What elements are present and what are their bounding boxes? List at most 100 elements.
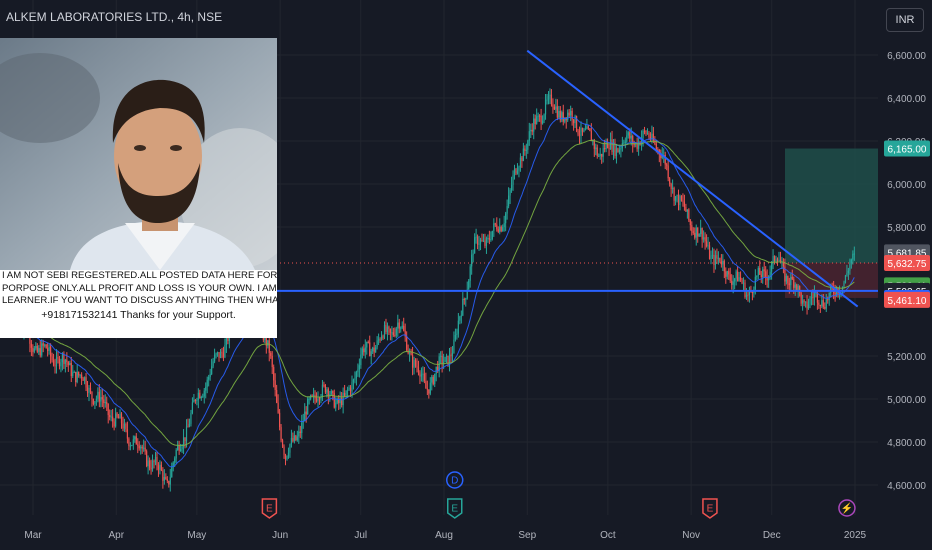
candle-body [49, 347, 52, 357]
x-tick-label: Aug [435, 530, 453, 541]
candle-body [413, 360, 415, 368]
candle-body [666, 164, 668, 166]
candle-body [672, 187, 674, 189]
candle-body [584, 129, 587, 131]
candle-body [494, 223, 496, 225]
candle-body [728, 271, 730, 275]
candle-body [373, 347, 375, 353]
candle-body [358, 365, 360, 370]
candle-body [490, 239, 492, 241]
candle-body [791, 276, 793, 280]
candle-body [827, 299, 829, 301]
candle-body [794, 284, 796, 288]
candle-body [284, 454, 287, 460]
candle-body [694, 232, 696, 238]
candle-body [683, 201, 686, 208]
candle-body [317, 398, 319, 402]
candle-body [453, 339, 455, 353]
candle-body [221, 351, 223, 354]
candle-body [70, 363, 72, 377]
candle-body [417, 367, 420, 373]
candle-body [281, 440, 284, 447]
candle-body [141, 446, 143, 449]
candle-body [778, 259, 780, 261]
candle-body [451, 352, 454, 357]
candle-body [544, 99, 547, 115]
x-tick-label: Jun [272, 530, 288, 541]
candle-body [190, 413, 192, 424]
candle-body [147, 460, 149, 467]
candle-body [398, 322, 400, 329]
candle-body [406, 336, 408, 351]
price-axis [878, 0, 932, 550]
candle-body [312, 394, 315, 397]
candle-body [38, 348, 40, 352]
candle-body [646, 133, 649, 135]
candle-body [97, 391, 99, 399]
candle-body [113, 421, 115, 427]
candle-body [134, 436, 136, 440]
currency-button[interactable]: INR [886, 8, 924, 32]
candle-body [267, 340, 269, 346]
candle-body [742, 282, 745, 284]
candle-body [518, 167, 520, 171]
candle-body [89, 387, 92, 392]
candle-body [194, 400, 196, 402]
candle-body [95, 398, 97, 402]
y-tick-label: 5,200.00 [887, 352, 926, 363]
candle-body [539, 115, 541, 117]
candle-body [132, 439, 134, 446]
candle-body [615, 148, 618, 156]
candle-body [140, 446, 142, 449]
candle-body [708, 245, 711, 260]
candle-body [79, 374, 81, 376]
candle-body [103, 399, 105, 403]
candle-body [225, 336, 228, 345]
candle-body [78, 371, 80, 376]
candle-body [153, 460, 155, 463]
candle-body [360, 354, 362, 366]
candle-body [599, 153, 601, 156]
candle-body [61, 354, 64, 363]
candle-body [822, 300, 824, 308]
candle-body [208, 377, 210, 380]
candle-body [852, 253, 854, 260]
candle-body [627, 132, 629, 136]
candle-body [519, 157, 522, 168]
event-marker-split: ⚡ [838, 499, 856, 517]
candle-body [479, 239, 482, 244]
note-contact-line: +918171532141 Thanks for your Support. [41, 308, 236, 321]
candle-body [146, 451, 148, 467]
event-label: E [266, 504, 273, 515]
candle-body [432, 376, 434, 385]
candle-body [457, 320, 459, 334]
candle-body [162, 470, 164, 481]
candle-body [524, 148, 526, 151]
candle-body [760, 274, 762, 278]
candle-body [734, 278, 736, 282]
candle-body [33, 348, 35, 352]
candle-body [513, 168, 516, 176]
candle-body [185, 426, 188, 442]
candle-body [793, 279, 795, 288]
candle-body [104, 402, 106, 404]
candle-body [667, 165, 669, 179]
candle-body [51, 356, 53, 361]
candle-body [503, 223, 505, 228]
candle-body [196, 400, 198, 402]
candle-body [86, 387, 89, 394]
candle-body [598, 155, 600, 157]
candle-body [680, 196, 683, 201]
candle-body [423, 373, 425, 382]
candle-body [508, 195, 510, 207]
candle-body [648, 133, 650, 138]
candle-body [510, 184, 513, 191]
candle-body [148, 460, 151, 468]
candle-body [409, 352, 411, 354]
candle-body [428, 389, 430, 394]
candle-body [505, 213, 507, 224]
candle-body [52, 360, 55, 366]
candle-body [850, 259, 852, 264]
candle-body [323, 384, 325, 386]
candle-body [782, 262, 785, 267]
